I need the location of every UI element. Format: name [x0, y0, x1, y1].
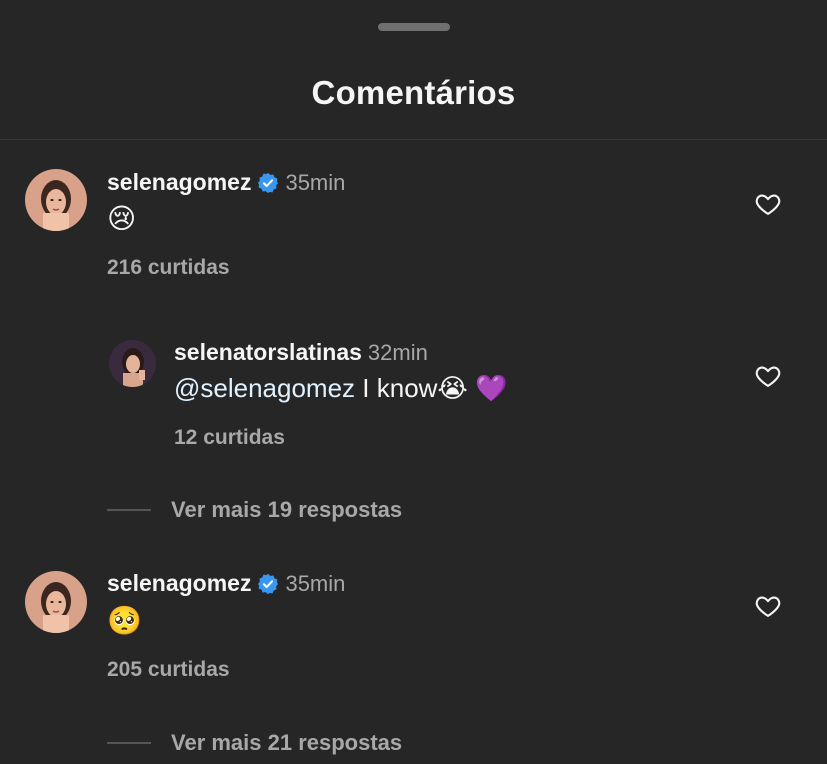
heart-outline-icon[interactable] [754, 190, 782, 218]
header-divider [0, 139, 827, 140]
comment-timestamp: 35min [285, 570, 346, 596]
comment-likes-count[interactable]: 216 curtidas [107, 256, 230, 280]
comment-likes-count[interactable]: 12 curtidas [174, 426, 285, 450]
comment-username[interactable]: selenatorslatinas [174, 339, 362, 366]
replies-line [107, 509, 151, 511]
replies-line [107, 742, 151, 744]
avatar[interactable] [109, 340, 156, 387]
avatar[interactable] [25, 169, 87, 231]
heart-outline-icon[interactable] [754, 592, 782, 620]
crying-face-emoji: 😢 [107, 202, 137, 235]
pleading-face-emoji: 🥺 [107, 604, 142, 637]
comment-timestamp: 32min [367, 339, 428, 365]
user-mention-link[interactable]: @selenagomez [174, 373, 355, 403]
comment-text: @selenagomez I know😭 💜 [174, 373, 507, 404]
view-more-replies-label: Ver mais 21 respostas [171, 730, 403, 755]
view-more-replies-button[interactable]: Ver mais 21 respostas [107, 730, 402, 756]
sheet-title: Comentários [311, 74, 516, 111]
sheet-grabber-handle[interactable] [378, 23, 450, 31]
comment-username[interactable]: selenagomez [107, 570, 251, 597]
heart-outline-icon[interactable] [754, 362, 782, 390]
avatar[interactable] [25, 571, 87, 633]
comment-likes-count[interactable]: 205 curtidas [107, 658, 230, 682]
comment-username[interactable]: selenagomez [107, 169, 251, 196]
view-more-replies-button[interactable]: Ver mais 19 respostas [107, 497, 402, 523]
comment-text: 🥺 [107, 604, 142, 637]
view-more-replies-label: Ver mais 19 respostas [171, 497, 403, 522]
reply-body-text: I know😭 💜 [355, 373, 508, 403]
comment-timestamp: 35min [285, 169, 346, 195]
comments-sheet: Comentários selenagomez 35min 😢 216 curt… [0, 0, 827, 764]
comment-text: 😢 [107, 202, 136, 235]
verified-badge-icon [257, 172, 279, 194]
verified-badge-icon [257, 573, 279, 595]
